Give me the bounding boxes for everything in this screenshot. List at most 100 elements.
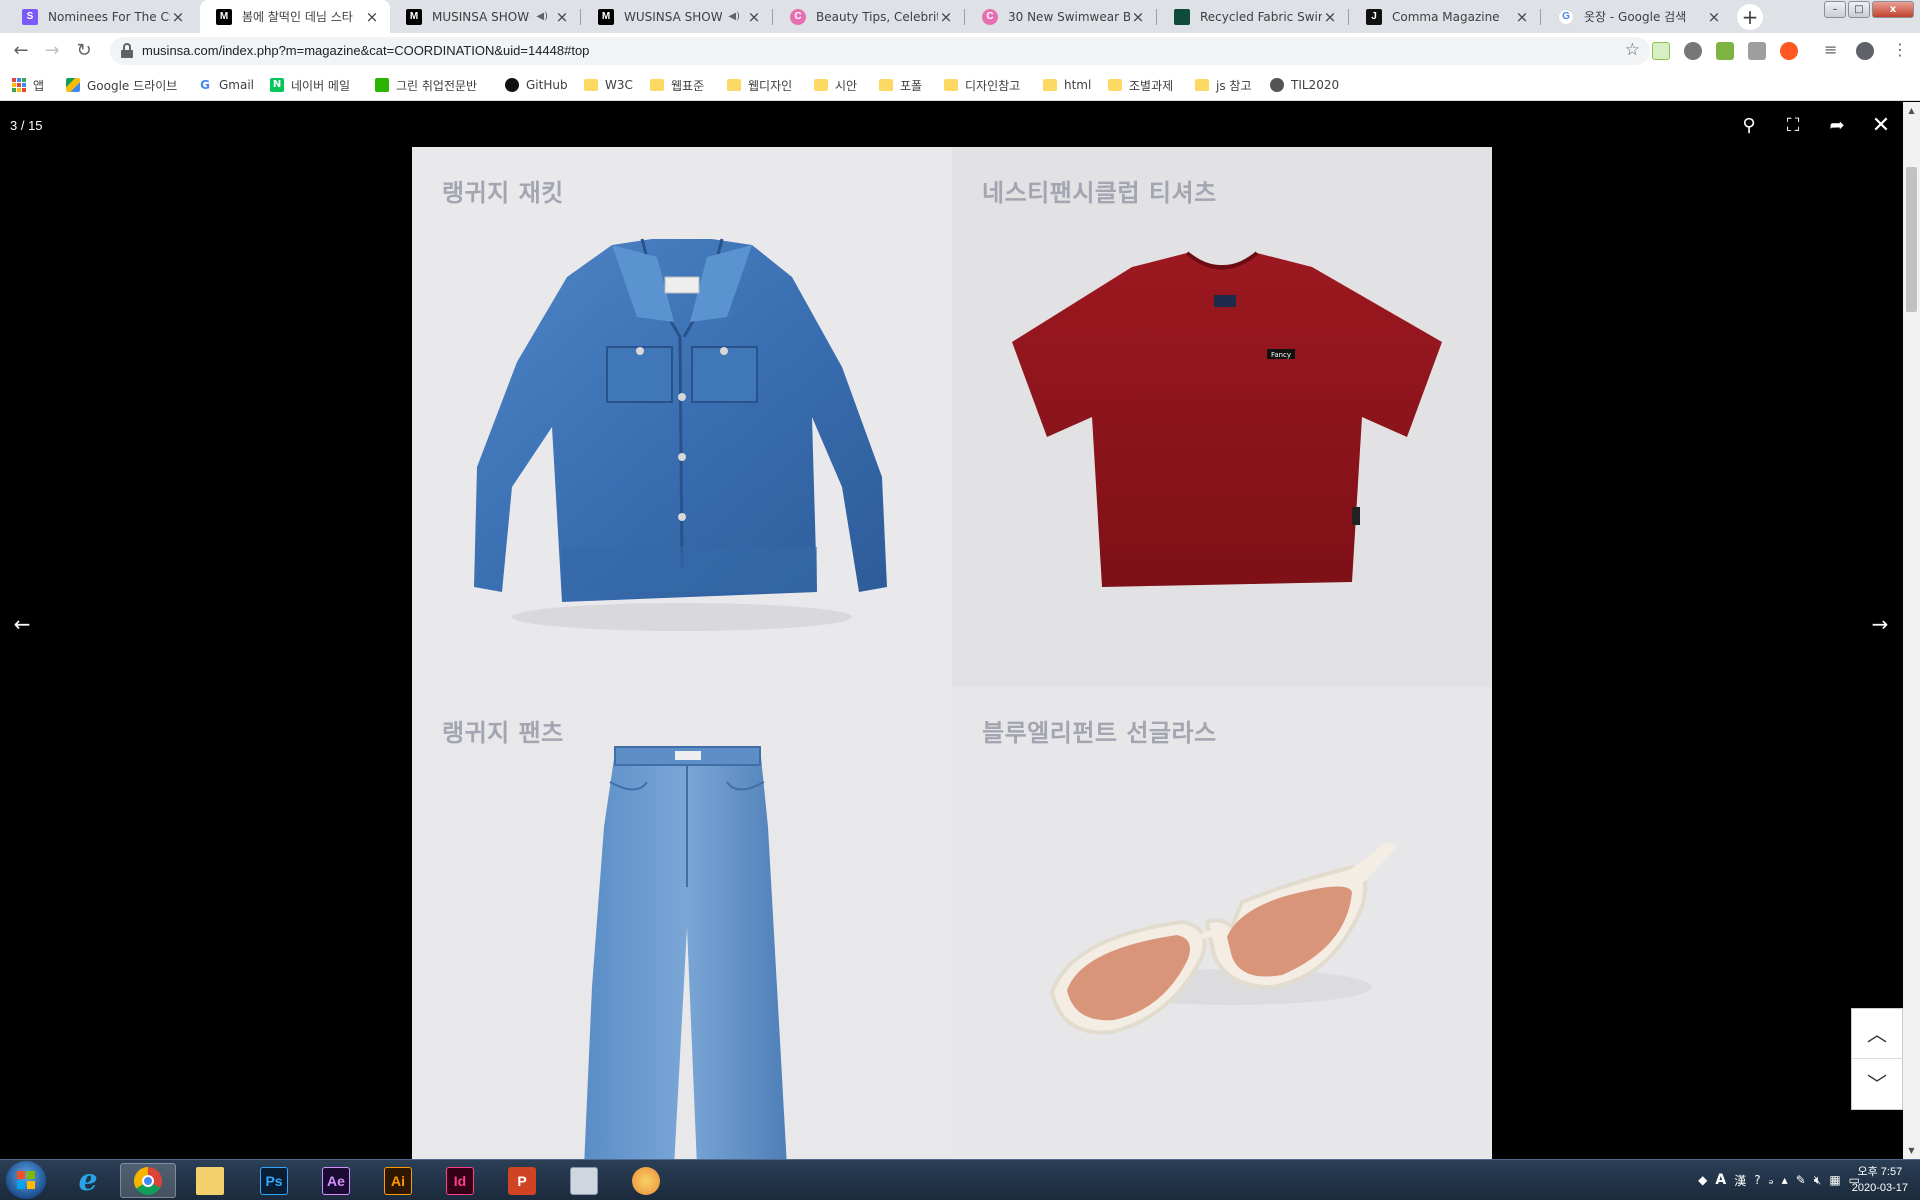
maximize-icon[interactable]: □ <box>1848 1 1870 18</box>
folder-icon <box>879 79 893 91</box>
scrollbar-thumb[interactable] <box>1906 167 1917 312</box>
bookmark-folder-draft[interactable]: 시안 <box>814 76 857 94</box>
close-tab-icon[interactable]: × <box>1514 8 1530 26</box>
bookmark-til2020[interactable]: TIL2020 <box>1270 76 1339 94</box>
bookmark-folder-team[interactable]: 조별과제 <box>1108 76 1173 94</box>
tab-5[interactable]: C 30 New Swimwear Bran × <box>966 0 1156 33</box>
image-viewer: 3 / 15 ⚲ ⛶ ➦ ✕ ← → 랭귀지 재킷 네스티팬시클럽 티셔츠 Fa… <box>0 102 1903 1159</box>
tab-6[interactable]: Recycled Fabric Swimw × <box>1158 0 1348 33</box>
new-tab-icon[interactable]: + <box>1737 4 1763 30</box>
bookmark-apps[interactable]: 앱 <box>12 76 44 94</box>
profile-avatar-icon[interactable] <box>1856 42 1874 60</box>
share-icon[interactable]: ➦ <box>1825 114 1849 138</box>
language-icon[interactable]: ₔ <box>1769 1173 1774 1187</box>
previous-arrow-icon[interactable]: ← <box>10 612 34 636</box>
close-viewer-icon[interactable]: ✕ <box>1869 114 1893 138</box>
close-tab-icon[interactable]: × <box>1130 8 1146 26</box>
bookmark-label: 네이버 메일 <box>291 78 351 93</box>
tshirt-patch-text: Fancy <box>1271 351 1291 359</box>
taskbar-after-effects[interactable]: Ae <box>308 1163 364 1198</box>
taskbar-photoshop[interactable]: Ps <box>246 1163 302 1198</box>
extension-red-icon[interactable] <box>1780 42 1798 60</box>
start-button[interactable] <box>6 1161 46 1199</box>
fullscreen-icon[interactable]: ⛶ <box>1781 114 1805 138</box>
network-icon[interactable]: ▦ <box>1829 1173 1840 1187</box>
help-icon[interactable]: ? <box>1754 1173 1760 1187</box>
close-tab-icon[interactable]: × <box>170 8 186 26</box>
close-tab-icon[interactable]: × <box>1322 8 1338 26</box>
tab-8[interactable]: G 옷장 - Google 검색 × <box>1542 0 1732 33</box>
ime-a-icon[interactable]: A <box>1715 1172 1726 1188</box>
zoom-icon[interactable]: ⚲ <box>1737 114 1761 138</box>
scroll-down-arrow-icon[interactable]: ▼ <box>1903 1142 1920 1159</box>
page-scrollbar[interactable]: ▲ ▼ <box>1903 102 1920 1159</box>
tab-title: Nominees For The CSS <box>48 9 170 24</box>
bookmark-google-drive[interactable]: Google 드라이브 <box>66 76 177 94</box>
bookmark-label: 디자인참고 <box>965 78 1021 93</box>
taskbar-ie[interactable]: e <box>60 1163 116 1198</box>
bookmark-folder-webdesign[interactable]: 웹디자인 <box>727 76 792 94</box>
scroll-down-icon[interactable]: ﹀ <box>1852 1059 1902 1109</box>
ime-hanja-icon[interactable]: 漢 <box>1734 1172 1746 1189</box>
windows-logo-icon <box>17 1171 35 1189</box>
extension-green-icon[interactable] <box>1716 42 1734 60</box>
taskbar-explorer[interactable] <box>182 1163 238 1198</box>
bookmark-star-icon[interactable]: ☆ <box>1625 40 1640 60</box>
url-text[interactable]: musinsa.com/index.php?m=magazine&cat=COO… <box>142 43 589 58</box>
tab-0[interactable]: S Nominees For The CSS × <box>6 0 196 33</box>
taskbar-chrome[interactable] <box>120 1163 176 1198</box>
folder-icon <box>1043 79 1057 91</box>
scroll-up-arrow-icon[interactable]: ▲ <box>1903 102 1920 119</box>
tab-2[interactable]: M MUSINSA SHOWCA ◀) × <box>390 0 580 33</box>
close-tab-icon[interactable]: × <box>1706 8 1722 26</box>
audio-playing-icon[interactable]: ◀) <box>536 11 548 22</box>
close-tab-icon[interactable]: × <box>364 8 380 26</box>
menu-kebab-icon[interactable]: ⋮ <box>1892 40 1908 59</box>
show-hidden-icons-icon[interactable]: ▴ <box>1782 1173 1788 1187</box>
bookmark-label: GitHub <box>526 78 568 92</box>
clock-date: 2020-03-17 <box>1851 1182 1908 1194</box>
bookmark-green[interactable]: 그린 취업전문반 <box>375 76 477 94</box>
taskbar-calculator[interactable] <box>556 1163 612 1198</box>
bookmark-folder-webstandard[interactable]: 웹표준 <box>650 76 704 94</box>
lock-icon[interactable] <box>120 42 134 58</box>
scroll-to-top-icon[interactable]: ︿ <box>1852 1009 1902 1059</box>
minimize-icon[interactable]: – <box>1824 1 1846 18</box>
bookmark-folder-portfolio[interactable]: 포폴 <box>879 76 922 94</box>
address-bar[interactable]: musinsa.com/index.php?m=magazine&cat=COO… <box>110 37 1650 65</box>
bookmark-folder-js[interactable]: js 참고 <box>1195 76 1251 94</box>
taskbar-illustrator[interactable]: Ai <box>370 1163 426 1198</box>
taskbar-clock[interactable]: 오후 7:57 2020-03-17 <box>1852 1164 1908 1196</box>
taskbar-paint[interactable] <box>618 1163 674 1198</box>
forward-icon[interactable]: → <box>40 39 64 63</box>
bookmark-github[interactable]: GitHub <box>505 76 568 94</box>
bookmark-folder-design-ref[interactable]: 디자인참고 <box>944 76 1020 94</box>
tab-1[interactable]: M 봄에 찰떡인 데님 스타 × <box>200 0 390 33</box>
taskbar-indesign[interactable]: Id <box>432 1163 488 1198</box>
close-window-icon[interactable]: x <box>1872 1 1914 18</box>
bookmark-naver-mail[interactable]: N 네이버 메일 <box>270 76 350 94</box>
back-icon[interactable]: ← <box>9 39 33 63</box>
close-tab-icon[interactable]: × <box>746 8 762 26</box>
taskbar-powerpoint[interactable]: P <box>494 1163 550 1198</box>
next-arrow-icon[interactable]: → <box>1868 612 1892 636</box>
shield-icon[interactable]: ◆ <box>1698 1173 1707 1187</box>
reload-icon[interactable]: ↻ <box>72 39 96 63</box>
tab-4[interactable]: C Beauty Tips, Celebrity S × <box>774 0 964 33</box>
media-control-icon[interactable]: ≡ <box>1824 40 1837 59</box>
close-tab-icon[interactable]: × <box>554 8 570 26</box>
extension-sheet-icon[interactable] <box>1652 42 1670 60</box>
tab-3[interactable]: M WUSINSA SHOWCA ◀) × <box>582 0 772 33</box>
pen-icon[interactable]: ✎ <box>1796 1173 1806 1187</box>
extension-camera-icon[interactable] <box>1748 42 1766 60</box>
after-effects-icon: Ae <box>322 1166 350 1195</box>
volume-mute-icon[interactable]: 🔇︎ <box>1814 1173 1822 1188</box>
audio-playing-icon[interactable]: ◀) <box>728 11 740 22</box>
bookmark-folder-w3c[interactable]: W3C <box>584 76 633 94</box>
extension-globe-icon[interactable] <box>1684 42 1702 60</box>
bookmark-folder-html[interactable]: html <box>1043 76 1091 94</box>
tab-7[interactable]: J Comma Magazine × <box>1350 0 1540 33</box>
google-icon: G <box>198 78 212 92</box>
bookmark-gmail[interactable]: G Gmail <box>198 76 254 94</box>
close-tab-icon[interactable]: × <box>938 8 954 26</box>
